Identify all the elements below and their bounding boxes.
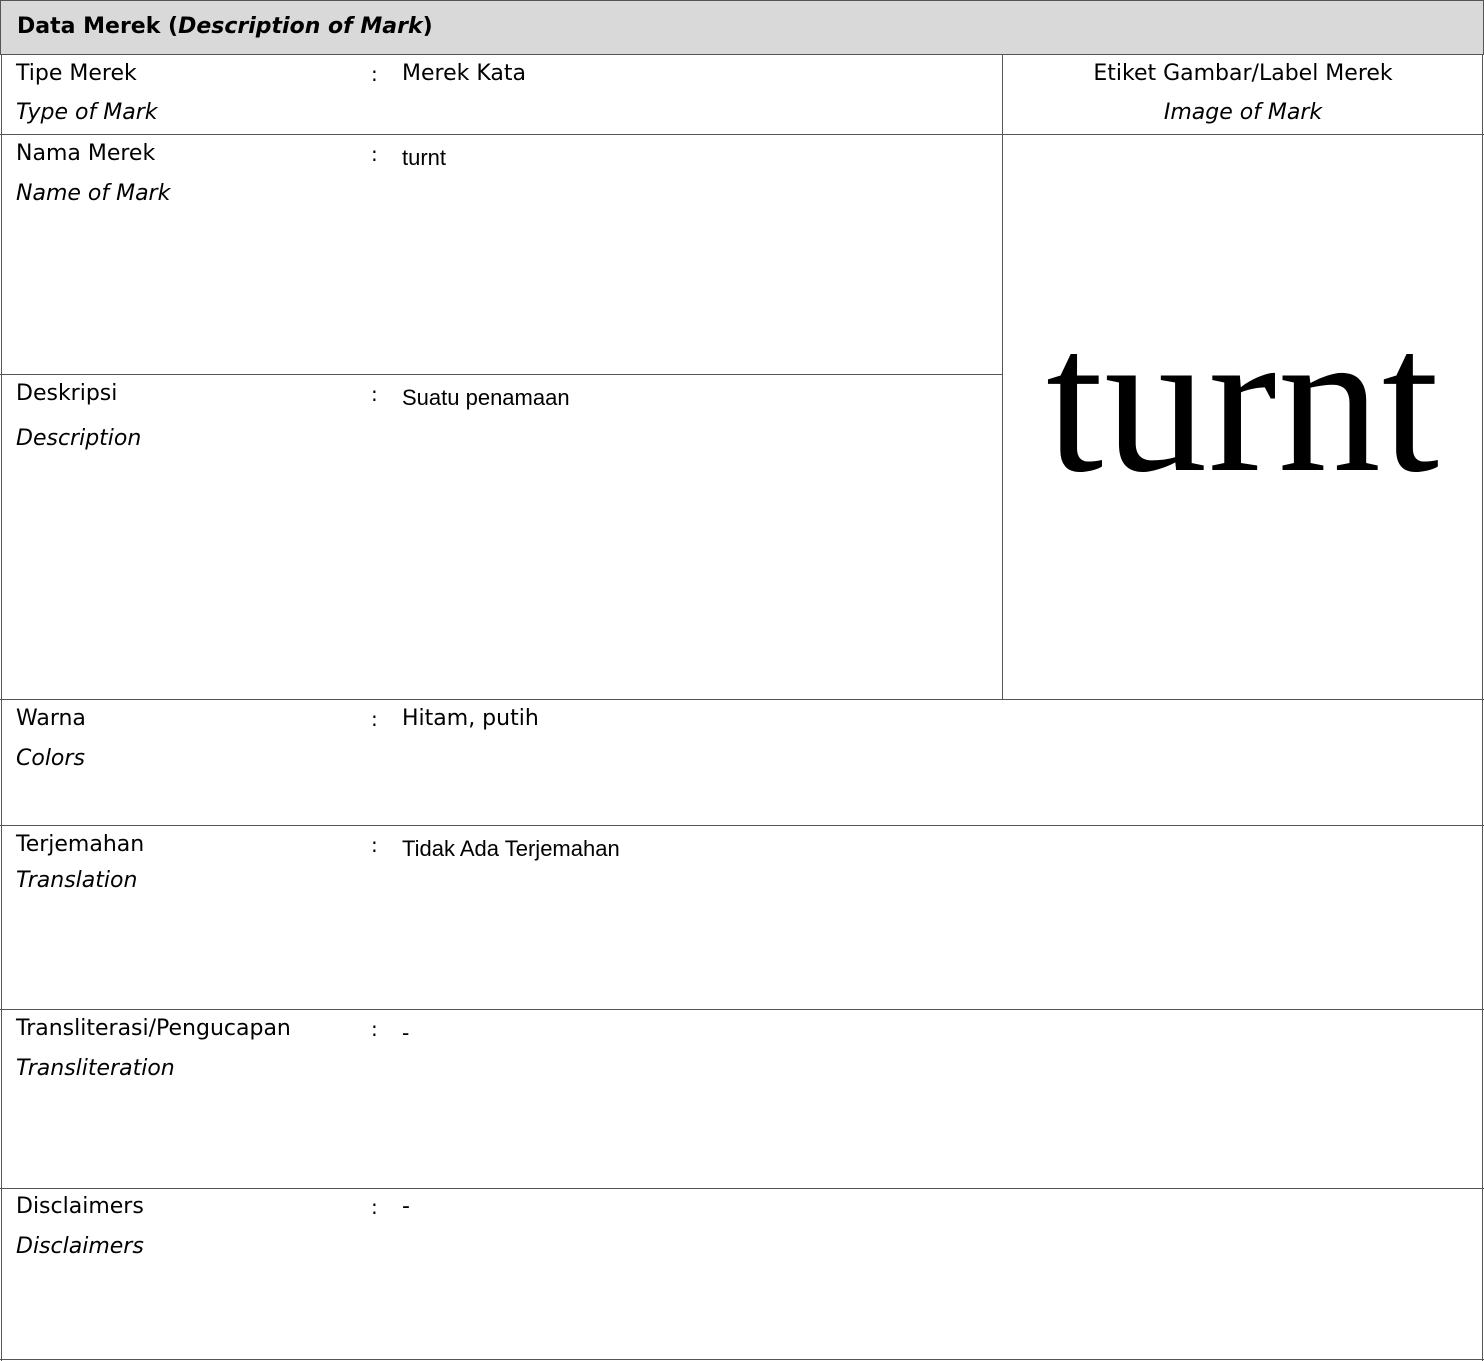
disclaimers-label-en: Disclaimers — [16, 1234, 144, 1259]
transliteration-label: Transliterasi/Pengucapan — [16, 1016, 291, 1041]
type-value: Merek Kata — [402, 61, 526, 86]
image-panel-label-en: Image of Mark — [1163, 100, 1323, 125]
mark-wordmark: turnt — [1045, 286, 1441, 515]
colors-value: Hitam, putih — [402, 706, 539, 731]
disclaimers-value: - — [402, 1194, 410, 1219]
form-header: Data Merek (Description of Mark) — [0, 0, 1484, 55]
name-label: Nama Merek — [16, 141, 156, 166]
description-label: Deskripsi — [16, 381, 118, 406]
type-label-en: Type of Mark — [16, 100, 158, 125]
type-colon: : — [371, 62, 378, 86]
description-value: Suatu penamaan — [402, 385, 570, 410]
form-title: Data Merek (Description of Mark) — [17, 14, 433, 39]
disclaimers-colon: : — [371, 1195, 378, 1219]
mark-image: turnt — [1003, 135, 1483, 699]
translation-label: Terjemahan — [16, 832, 145, 857]
translation-label-en: Translation — [16, 868, 138, 893]
translation-value: Tidak Ada Terjemahan — [402, 836, 620, 861]
disclaimers-label: Disclaimers — [16, 1194, 144, 1219]
translation-colon: : — [371, 833, 378, 857]
transliteration-colon: : — [371, 1017, 378, 1041]
row-divider-4 — [0, 825, 1484, 826]
colors-colon: : — [371, 707, 378, 731]
row-divider-5 — [0, 1009, 1484, 1010]
left-border — [1, 55, 2, 1361]
bottom-border — [0, 1359, 1484, 1360]
type-label: Tipe Merek — [16, 61, 137, 86]
image-panel-label: Etiket Gambar/Label Merek — [1093, 61, 1393, 86]
row-divider-3 — [0, 699, 1484, 700]
colors-label-en: Colors — [16, 746, 85, 771]
description-label-en: Description — [16, 426, 142, 451]
name-colon: : — [371, 142, 378, 166]
mark-description-form: Data Merek (Description of Mark) Tipe Me… — [0, 0, 1484, 1361]
row-divider-2 — [0, 374, 1003, 375]
colors-label: Warna — [16, 706, 86, 731]
transliteration-label-en: Transliteration — [16, 1056, 175, 1081]
name-value: turnt — [402, 145, 447, 170]
name-label-en: Name of Mark — [16, 181, 171, 206]
description-colon: : — [371, 382, 378, 406]
transliteration-value: - — [402, 1020, 410, 1045]
row-divider-6 — [0, 1188, 1484, 1189]
